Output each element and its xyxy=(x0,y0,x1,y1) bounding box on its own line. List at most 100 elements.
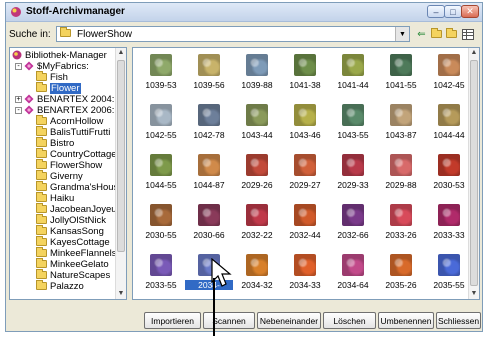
fabric-thumbnail[interactable]: 1041-55 xyxy=(377,52,425,100)
fabric-thumbnail[interactable]: 2030-55 xyxy=(137,202,185,250)
tree-item-countrycottage[interactable]: CountryCottage xyxy=(36,148,117,160)
fabric-thumbnail[interactable]: 1039-56 xyxy=(185,52,233,100)
tree-scrollbar[interactable]: ▲ ▼ xyxy=(115,48,126,299)
fabric-thumbnail[interactable]: 2035-55 xyxy=(425,252,473,299)
fabric-thumbnail[interactable]: 1039-88 xyxy=(233,52,281,100)
fabric-swatch-image xyxy=(150,154,172,176)
rename-button[interactable]: Umbenennen xyxy=(378,312,434,329)
new-folder-button[interactable] xyxy=(445,28,458,40)
fabric-thumbnail[interactable]: 1043-46 xyxy=(281,102,329,150)
fabric-thumbnail[interactable]: 1044-87 xyxy=(185,152,233,200)
fabric-label: 2030-66 xyxy=(193,230,225,240)
fabric-thumbnail[interactable]: 1044-44 xyxy=(425,102,473,150)
fabric-thumbnail[interactable]: 1043-87 xyxy=(377,102,425,150)
fabric-thumbnail[interactable]: 2032-44 xyxy=(281,202,329,250)
tree-item-label: KayesCottage xyxy=(50,237,110,248)
grid-scroll-thumb[interactable] xyxy=(470,60,478,286)
fabric-swatch-image xyxy=(246,254,268,276)
maximize-button[interactable]: □ xyxy=(444,5,462,18)
fabric-thumbnail[interactable]: 2029-33 xyxy=(329,152,377,200)
fabric-label: 1042-45 xyxy=(433,80,465,90)
tree-item-haiku[interactable]: Haiku xyxy=(36,192,74,204)
search-location-dropdown[interactable]: FlowerShow ▼ xyxy=(56,26,410,42)
fabric-thumbnail[interactable]: 1041-44 xyxy=(329,52,377,100)
tree-item-acornhollow[interactable]: AcornHollow xyxy=(36,115,104,127)
tree-item-minkeeflannels[interactable]: MinkeeFlannels xyxy=(36,247,117,259)
grid-scrollbar[interactable]: ▲ ▼ xyxy=(468,48,479,299)
fabric-thumbnail[interactable]: 2032-22 xyxy=(233,202,281,250)
tree-item-giverny[interactable]: Giverny xyxy=(36,170,83,182)
tree-item-palazzo[interactable]: Palazzo xyxy=(36,280,84,292)
folder-icon xyxy=(36,225,47,237)
tree-item-label: Fish xyxy=(50,72,68,83)
fabric-thumbnail[interactable]: 2029-26 xyxy=(233,152,281,200)
up-folder-button[interactable] xyxy=(430,28,443,40)
fabric-label: 2032-44 xyxy=(289,230,321,240)
tree-item-jacobeanjoyeux[interactable]: JacobeanJoyeux xyxy=(36,203,121,215)
scroll-up-icon[interactable]: ▲ xyxy=(469,48,479,58)
tree-item-balistuttifrutti[interactable]: BalisTuttiFrutti xyxy=(36,126,110,138)
fabric-thumbnail[interactable]: 1043-44 xyxy=(233,102,281,150)
fabric-thumbnail[interactable]: 2033-55 xyxy=(137,252,185,299)
fabric-thumbnail[interactable]: 1044-55 xyxy=(137,152,185,200)
tree-item-fish[interactable]: Fish xyxy=(36,71,68,83)
fabric-thumbnail[interactable]: 2033-33 xyxy=(425,202,473,250)
folder-tree[interactable]: Bibliothek-Manager - $MyFabrics: Fish Flower… xyxy=(9,47,127,300)
tree-item-kayescottage[interactable]: KayesCottage xyxy=(36,236,110,248)
tree-item-flowershow[interactable]: FlowerShow xyxy=(36,159,102,171)
tree-item-bibliothek-manager[interactable]: Bibliothek-Manager xyxy=(12,50,107,61)
fabric-label: 1043-55 xyxy=(337,130,369,140)
delete-button[interactable]: Löschen xyxy=(323,312,376,329)
minimize-button[interactable]: – xyxy=(427,5,445,18)
fabric-thumbnail[interactable]: 2035-26 xyxy=(377,252,425,299)
fabric-thumbnail[interactable]: 2029-88 xyxy=(377,152,425,200)
close-window-button[interactable]: ✕ xyxy=(461,5,479,18)
collapse-icon[interactable]: - xyxy=(15,107,22,114)
fabric-thumbnail[interactable]: 2034-64 xyxy=(329,252,377,299)
tree-item-minkeegelato[interactable]: MinkeeGelato xyxy=(36,258,109,270)
search-label: Suche in: xyxy=(9,29,51,40)
tree-item-kansassong[interactable]: KansasSong xyxy=(36,225,104,237)
scan-button[interactable]: Scannen xyxy=(203,312,255,329)
tree-item-grandma-shouse[interactable]: Grandma'sHouse xyxy=(36,181,124,193)
folder-icon xyxy=(36,115,47,127)
tree-item-label: AcornHollow xyxy=(50,116,104,127)
fabric-thumbnail[interactable]: 2030-53 xyxy=(425,152,473,200)
chevron-down-icon[interactable]: ▼ xyxy=(395,27,409,41)
view-menu-button[interactable] xyxy=(461,28,474,40)
fabric-swatch-image xyxy=(390,154,412,176)
close-button[interactable]: Schliessen xyxy=(436,312,481,329)
fabric-thumbnail[interactable]: 2034-32 xyxy=(233,252,281,299)
scroll-down-icon[interactable]: ▼ xyxy=(469,289,479,299)
fabric-thumbnail-grid[interactable]: 1039-53 1039-56 1039-88 1041-38 1041-44 1041-… xyxy=(132,47,480,300)
fabric-thumbnail[interactable]: 1042-55 xyxy=(137,102,185,150)
tree-scroll-thumb[interactable] xyxy=(117,60,125,252)
fabric-thumbnail[interactable]: 2030-66 xyxy=(185,202,233,250)
fabric-thumbnail[interactable]: 1042-78 xyxy=(185,102,233,150)
tree-item-myfabrics[interactable]: - $MyFabrics: xyxy=(15,61,89,72)
collapse-icon[interactable]: - xyxy=(15,63,22,70)
fabric-thumbnail[interactable]: 2029-27 xyxy=(281,152,329,200)
folder-icon xyxy=(36,148,47,160)
import-button[interactable]: Importieren xyxy=(144,312,201,329)
fabric-label: 1042-78 xyxy=(193,130,225,140)
expand-icon[interactable]: + xyxy=(15,96,22,103)
tree-item-bistro[interactable]: Bistro xyxy=(36,137,74,149)
fabric-thumbnail[interactable]: 1043-55 xyxy=(329,102,377,150)
tree-item-jollyolstnick[interactable]: JollyOlStNick xyxy=(36,214,106,226)
tree-item-flower[interactable]: Flower xyxy=(36,82,81,94)
scroll-up-icon[interactable]: ▲ xyxy=(116,48,126,58)
tree-item-label: Flower xyxy=(50,83,81,94)
fabric-thumbnail[interactable]: 1042-45 xyxy=(425,52,473,100)
fabric-thumbnail[interactable]: 1041-38 xyxy=(281,52,329,100)
side-by-side-button[interactable]: Nebeneinander xyxy=(257,312,321,329)
scroll-down-icon[interactable]: ▼ xyxy=(116,289,126,299)
tree-item-benartex-2006[interactable]: - BENARTEX 2006: xyxy=(15,105,114,116)
tree-item-benartex-2004[interactable]: + BENARTEX 2004: xyxy=(15,94,114,105)
back-arrow-icon[interactable]: ⇐ xyxy=(415,28,428,40)
tree-item-naturescapes[interactable]: NatureScapes xyxy=(36,269,110,281)
fabric-thumbnail[interactable]: 2034-33 xyxy=(281,252,329,299)
fabric-thumbnail[interactable]: 2032-66 xyxy=(329,202,377,250)
fabric-thumbnail[interactable]: 1039-53 xyxy=(137,52,185,100)
fabric-thumbnail[interactable]: 2033-26 xyxy=(377,202,425,250)
